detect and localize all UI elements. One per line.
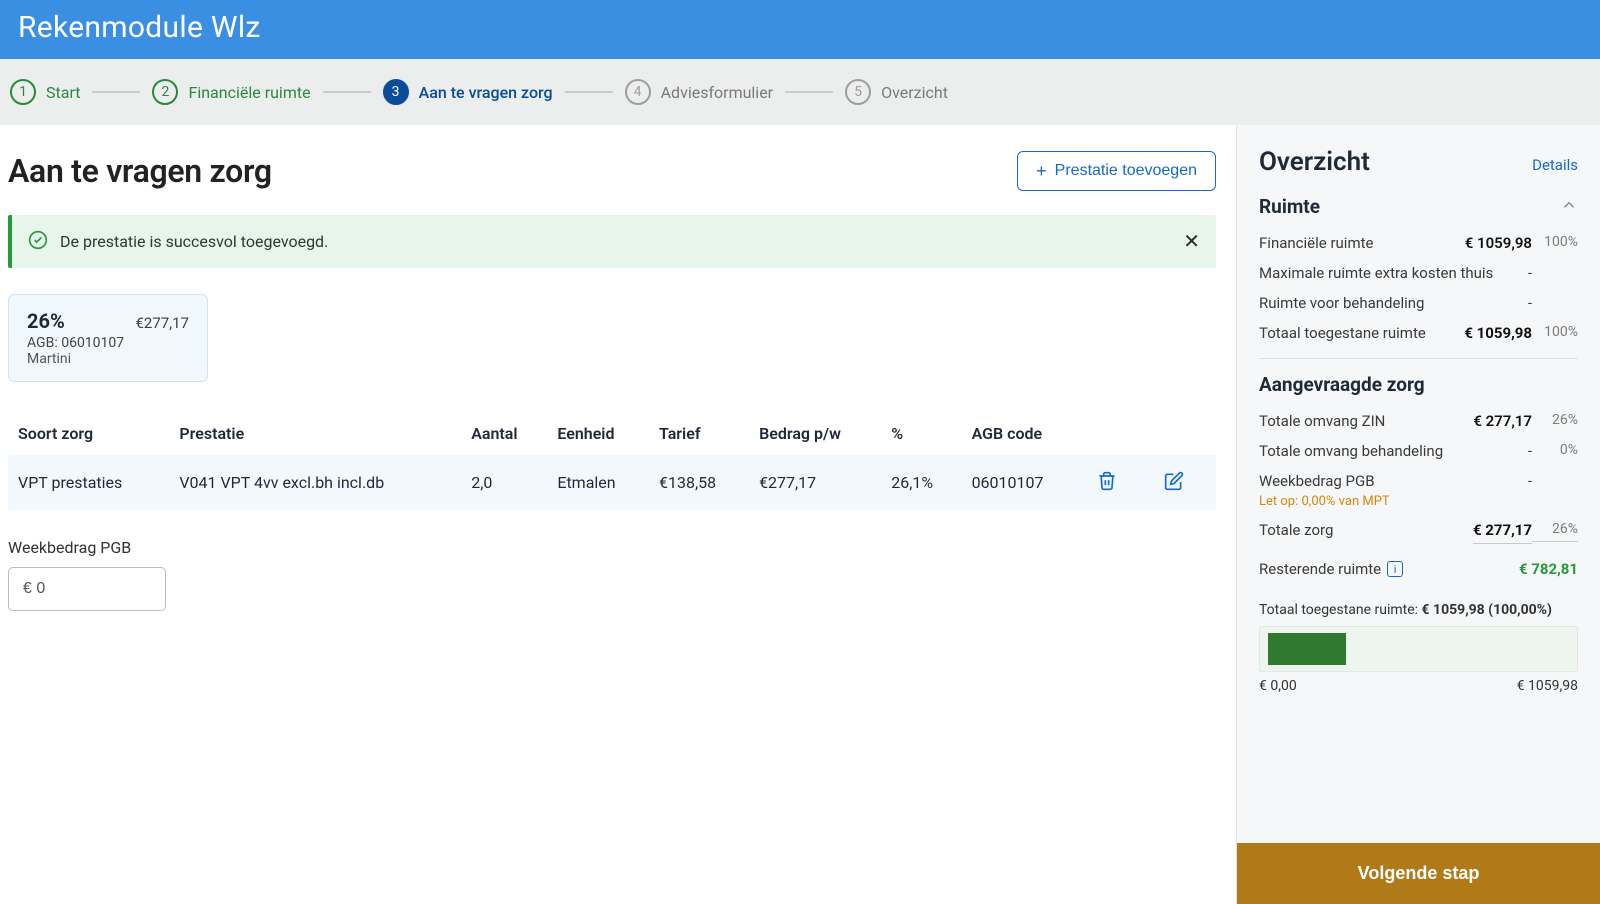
th-aantal: Aantal	[461, 412, 547, 455]
step-overzicht[interactable]: 5 Overzicht	[845, 79, 948, 105]
step-adviesformulier[interactable]: 4 Adviesformulier	[625, 79, 774, 105]
overview-sidebar: Overzicht Details Ruimte Financiële ruim…	[1236, 125, 1600, 904]
pgb-input[interactable]	[8, 567, 166, 611]
th-agb: AGB code	[962, 412, 1081, 455]
check-circle-icon	[28, 230, 48, 254]
sidebar-title: Overzicht	[1259, 147, 1370, 177]
usage-bar-fill	[1268, 633, 1346, 665]
remaining-row: Resterende ruimte i € 782,81	[1259, 550, 1578, 584]
next-step-button[interactable]: Volgende stap	[1237, 843, 1600, 904]
add-prestatie-button[interactable]: + Prestatie toevoegen	[1017, 151, 1216, 191]
th-tarief: Tarief	[649, 412, 749, 455]
table-row: VPT prestaties V041 VPT 4vv excl.bh incl…	[8, 455, 1216, 510]
edit-icon	[1164, 471, 1184, 491]
prestatie-table: Soort zorg Prestatie Aantal Eenheid Tari…	[8, 412, 1216, 510]
card-percentage: 26%	[27, 309, 65, 333]
trash-icon	[1097, 471, 1117, 491]
app-header: Rekenmodule Wlz	[0, 0, 1600, 59]
aangevraagd-heading: Aangevraagde zorg	[1259, 373, 1425, 396]
pgb-label: Weekbedrag PGB	[8, 538, 1216, 557]
th-prestatie: Prestatie	[169, 412, 461, 455]
th-soort: Soort zorg	[8, 412, 169, 455]
step-aan-te-vragen-zorg[interactable]: 3 Aan te vragen zorg	[383, 79, 553, 105]
step-separator	[785, 91, 833, 93]
step-separator	[323, 91, 371, 93]
page-title: Aan te vragen zorg	[8, 152, 272, 190]
main-content: Aan te vragen zorg + Prestatie toevoegen…	[0, 125, 1236, 904]
th-bedrag: Bedrag p/w	[749, 412, 881, 455]
chevron-up-icon[interactable]	[1560, 196, 1578, 218]
wizard-steps: 1 Start 2 Financiële ruimte 3 Aan te vra…	[0, 59, 1600, 125]
bar-caption: Totaal toegestane ruimte: € 1059,98 (100…	[1259, 602, 1578, 618]
pgb-warning: Let op: 0,00% van MPT	[1259, 494, 1578, 509]
details-link[interactable]: Details	[1532, 156, 1578, 174]
delete-row-button[interactable]	[1091, 469, 1123, 496]
card-amount: €277,17	[135, 314, 189, 332]
bar-axis-labels: € 0,00 € 1059,98	[1259, 678, 1578, 694]
card-agb: AGB: 06010107	[27, 335, 189, 351]
success-alert: De prestatie is succesvol toegevoegd. ✕	[8, 215, 1216, 268]
divider	[1259, 358, 1578, 359]
alert-message: De prestatie is succesvol toegevoegd.	[60, 232, 1171, 251]
card-provider-name: Martini	[27, 351, 189, 367]
info-icon[interactable]: i	[1387, 561, 1403, 577]
step-financiele-ruimte[interactable]: 2 Financiële ruimte	[152, 79, 310, 105]
provider-card[interactable]: 26% €277,17 AGB: 06010107 Martini	[8, 294, 208, 382]
step-start[interactable]: 1 Start	[10, 79, 80, 105]
usage-bar	[1259, 626, 1578, 672]
step-separator	[565, 91, 613, 93]
plus-icon: +	[1036, 162, 1047, 180]
th-eenheid: Eenheid	[547, 412, 649, 455]
th-pct: %	[881, 412, 961, 455]
alert-close-button[interactable]: ✕	[1183, 229, 1200, 254]
ruimte-heading: Ruimte	[1259, 195, 1320, 218]
app-title: Rekenmodule Wlz	[18, 10, 1582, 45]
edit-row-button[interactable]	[1158, 469, 1190, 496]
pgb-section: Weekbedrag PGB	[8, 538, 1216, 611]
step-separator	[92, 91, 140, 93]
